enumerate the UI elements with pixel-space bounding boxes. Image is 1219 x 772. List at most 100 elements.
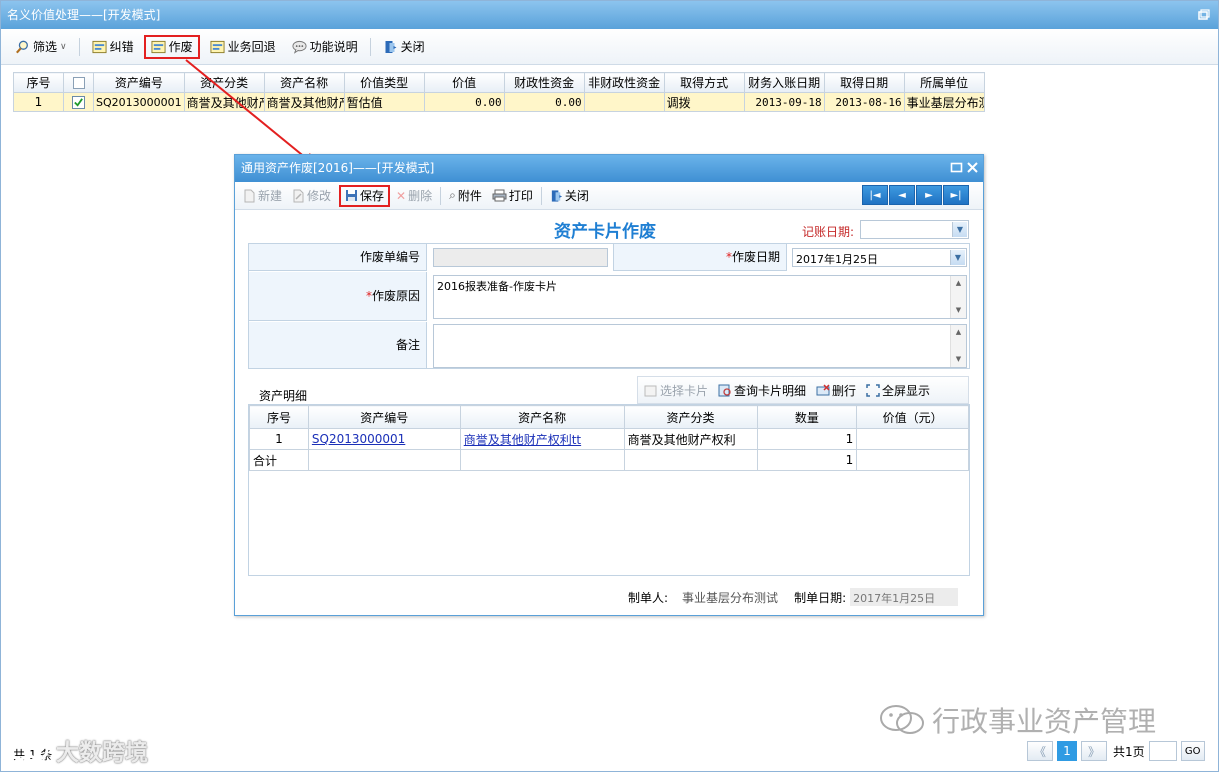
table-row[interactable]: 1 SQ2013000001 商誉及其他财产权利tt 商誉及其他财产权利 1 <box>249 428 969 450</box>
close-label: 关闭 <box>400 40 425 54</box>
main-toolbar: 筛选 ∨ 纠错 作废 业务回退 功能说明 关闭 <box>1 29 1218 65</box>
close-button[interactable]: 关闭 <box>377 35 431 59</box>
row-checkbox[interactable] <box>72 96 85 109</box>
col-header[interactable]: 资产编号 <box>93 72 185 93</box>
correct-button[interactable]: 纠错 <box>86 35 140 59</box>
prev-page-button[interactable]: 《 <box>1027 741 1053 761</box>
scrollbar[interactable]: ▲ ▼ <box>950 276 966 318</box>
chevron-down-icon[interactable]: ▼ <box>950 250 965 265</box>
void-label: 作废 <box>168 40 193 54</box>
print-button[interactable]: 打印 <box>488 185 537 207</box>
col-header[interactable]: 价值类型 <box>343 72 425 93</box>
attach-button[interactable]: ⌕ 附件 <box>445 185 486 207</box>
void-dialog: 通用资产作废[2016]——[开发模式] 新建 修改 保存 ✕ 删除 ⌕ 附件 <box>234 154 984 616</box>
form-icon <box>92 40 107 53</box>
doc-no-field[interactable] <box>433 248 608 267</box>
dialog-close-button[interactable]: 关闭 <box>546 185 593 207</box>
detail-asset-code-link[interactable]: SQ2013000001 <box>307 428 461 450</box>
delete-label: 删除 <box>408 189 433 203</box>
toolbar-divider <box>440 186 442 205</box>
help-button[interactable]: 功能说明 <box>286 35 364 59</box>
page-input[interactable] <box>1148 741 1177 761</box>
asset-code-link[interactable]: SQ2013000001 <box>312 432 405 446</box>
col-header[interactable]: 资产名称 <box>459 405 625 429</box>
dialog-titlebar: 通用资产作废[2016]——[开发模式] <box>235 155 983 182</box>
last-record-button[interactable]: ►| <box>943 185 969 205</box>
scroll-down-icon[interactable]: ▼ <box>951 352 966 367</box>
card-icon <box>644 385 657 396</box>
attach-label: 附件 <box>457 189 482 203</box>
magnifier-icon <box>15 40 28 53</box>
exit-door-icon <box>551 189 562 202</box>
delete-button[interactable]: ✕ 删除 <box>392 185 436 207</box>
prev-record-button[interactable]: ◄ <box>889 185 915 205</box>
col-header[interactable]: 财政性资金 <box>503 72 585 93</box>
filter-button[interactable]: 筛选 ∨ <box>9 35 73 59</box>
select-all-header[interactable] <box>63 72 94 93</box>
col-header[interactable]: 财务入账日期 <box>743 72 825 93</box>
col-header[interactable]: 价值（元） <box>856 405 969 429</box>
col-header[interactable]: 资产分类 <box>183 72 265 93</box>
scroll-up-icon[interactable]: ▲ <box>951 325 966 340</box>
total-empty-cell <box>307 449 461 471</box>
col-header[interactable]: 资产分类 <box>623 405 758 429</box>
remark-label-text: 备注 <box>395 338 420 352</box>
chevron-down-icon[interactable]: ▼ <box>952 222 967 237</box>
edit-button[interactable]: 修改 <box>288 185 335 207</box>
col-header[interactable]: 价值 <box>423 72 505 93</box>
scroll-down-icon[interactable]: ▼ <box>951 303 966 318</box>
close-icon[interactable] <box>966 161 979 174</box>
asset-name-link[interactable]: 商誉及其他财产权利tt <box>464 433 581 447</box>
go-button[interactable]: GO <box>1180 741 1205 761</box>
fullscreen-button[interactable]: 全屏显示 <box>866 382 930 399</box>
col-header[interactable]: 非财政性资金 <box>583 72 665 93</box>
query-card-button[interactable]: 查询卡片明细 <box>718 382 806 399</box>
row-checkbox-cell[interactable] <box>63 92 94 112</box>
save-button[interactable]: 保存 <box>339 184 391 207</box>
reason-textarea[interactable]: 2016报表准备-作废卡片 ▲ ▼ <box>433 275 967 319</box>
void-form: 作废单编号 *作废日期 2017年1月25日 ▼ *作废原因 2016报表准备-… <box>248 243 970 369</box>
reason-label: *作废原因 <box>249 272 427 321</box>
void-date-label: *作废日期 <box>613 244 787 271</box>
void-date-select[interactable]: 2017年1月25日 ▼ <box>792 248 967 267</box>
col-header[interactable]: 取得日期 <box>823 72 905 93</box>
watermark-logo-icon <box>9 739 49 761</box>
chevron-down-icon: ∨ <box>60 41 67 52</box>
current-page[interactable]: 1 <box>1057 741 1077 761</box>
edit-label: 修改 <box>307 189 332 203</box>
non-fiscal-cell <box>583 92 665 112</box>
col-header[interactable]: 所属单位 <box>903 72 985 93</box>
rollback-label: 业务回退 <box>227 40 276 54</box>
col-header[interactable]: 资产名称 <box>263 72 345 93</box>
scroll-up-icon[interactable]: ▲ <box>951 276 966 291</box>
col-header[interactable]: 资产编号 <box>307 405 461 429</box>
void-button[interactable]: 作废 <box>143 34 200 59</box>
remark-textarea[interactable]: ▲ ▼ <box>433 324 967 368</box>
col-header[interactable]: 序号 <box>13 72 64 93</box>
first-record-button[interactable]: |◄ <box>862 185 888 205</box>
dialog-toolbar: 新建 修改 保存 ✕ 删除 ⌕ 附件 打印 关闭 |◄ ◄ ► ►| <box>235 182 983 210</box>
filter-label: 筛选 <box>33 40 58 54</box>
floppy-disk-icon <box>346 190 358 201</box>
post-date-select[interactable]: ▼ <box>860 220 969 239</box>
select-card-button[interactable]: 选择卡片 <box>644 382 708 399</box>
detail-asset-name-link[interactable]: 商誉及其他财产权利tt <box>459 428 625 450</box>
select-all-checkbox[interactable] <box>72 77 85 89</box>
next-page-button[interactable]: 》 <box>1081 741 1107 761</box>
restore-icon[interactable] <box>1198 9 1210 21</box>
new-button[interactable]: 新建 <box>239 185 286 207</box>
dialog-close-label: 关闭 <box>564 189 589 203</box>
next-record-button[interactable]: ► <box>916 185 942 205</box>
col-header[interactable]: 序号 <box>249 405 309 429</box>
scrollbar[interactable]: ▲ ▼ <box>950 325 966 367</box>
delete-row-button[interactable]: 删行 <box>816 382 856 399</box>
maximize-icon[interactable] <box>950 161 963 174</box>
col-header[interactable]: 数量 <box>756 405 858 429</box>
table-row[interactable]: 1 SQ2013000001 商誉及其他财产 商誉及其他财产 暂估值 0.00 … <box>13 92 985 112</box>
print-label: 打印 <box>508 189 533 203</box>
col-header[interactable]: 取得方式 <box>663 72 745 93</box>
asset-grid: 序号 资产编号 资产分类 资产名称 价值类型 价值 财政性资金 非财政性资金 取… <box>13 72 985 112</box>
rollback-button[interactable]: 业务回退 <box>204 35 282 59</box>
record-nav: |◄ ◄ ► ►| <box>862 185 969 205</box>
query-card-label: 查询卡片明细 <box>734 383 807 398</box>
